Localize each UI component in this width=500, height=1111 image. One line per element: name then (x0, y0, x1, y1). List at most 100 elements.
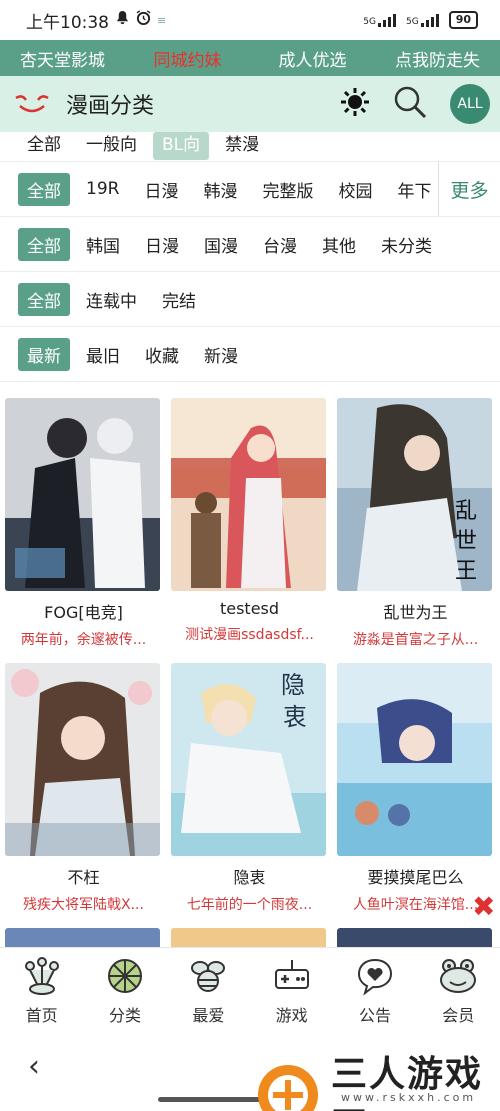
comic-card[interactable]: 不枉 残疾大将军陆戟X... (5, 663, 162, 914)
filter-chip[interactable]: 国漫 (195, 228, 247, 261)
filter-panel: 全部 一般向 BL向 禁漫 全部 19R 日漫 韩漫 完整版 校园 年下 更多 … (0, 132, 500, 382)
filter-chip-selected[interactable]: 全部 (18, 172, 70, 206)
filter-chip[interactable]: 连载中 (77, 283, 146, 316)
tab-notice[interactable]: 公告 (333, 948, 416, 1033)
watermark-badge-icon (255, 1062, 321, 1111)
comic-description: 残疾大将军陆戟X... (23, 897, 144, 913)
comic-description: 七年前的一个雨夜... (186, 897, 313, 913)
filter-chip[interactable]: 韩国 (77, 228, 129, 261)
tab-label: 游戏 (275, 1006, 308, 1025)
signal-2: 5G (406, 13, 439, 27)
tab-label: 首页 (25, 1006, 58, 1025)
header-actions: ALL (340, 84, 490, 124)
signal-bars-icon (420, 13, 439, 27)
watermark-logo: 三人游戏网 www.rskxxh.com (255, 1045, 500, 1111)
page-title: 漫画分类 (66, 94, 155, 119)
more-tags-button[interactable]: 更多 (438, 162, 500, 216)
comic-title[interactable]: 隐衷 (171, 864, 328, 888)
comic-title[interactable]: 要摸摸尾巴么 (337, 864, 494, 888)
comic-card[interactable]: 要摸摸尾巴么 人鱼叶溟在海洋馆... (337, 663, 494, 914)
filter-row-status: 全部 连载中 完结 (0, 272, 500, 327)
back-chevron-icon[interactable]: ‹ (28, 1049, 40, 1084)
tab-games[interactable]: 游戏 (250, 948, 333, 1033)
filter-chip[interactable]: 台漫 (254, 228, 306, 261)
tab-label: 会员 (442, 1006, 475, 1025)
comic-cover-image[interactable] (171, 398, 326, 591)
tab-favorite[interactable]: 最爱 (167, 948, 250, 1033)
filter-chip[interactable]: 收藏 (136, 338, 188, 371)
filter-chip-selected[interactable]: 最新 (18, 337, 70, 371)
filter-chip[interactable]: 全部 (18, 132, 70, 160)
tab-member[interactable]: 会员 (417, 948, 500, 1033)
filter-chip[interactable]: 最旧 (77, 338, 129, 371)
tab-category[interactable]: 分类 (83, 948, 166, 1033)
filter-chip[interactable]: 日漫 (135, 173, 187, 206)
filter-row-tags: 全部 19R 日漫 韩漫 完整版 校园 年下 更多 (0, 162, 500, 217)
filter-chip[interactable]: 一般向 (77, 132, 146, 160)
all-button[interactable]: ALL (450, 84, 490, 124)
filter-chip[interactable]: 完整版 (253, 173, 322, 206)
comic-card[interactable]: FOG[电竞] 两年前，余邃被传... (5, 398, 162, 649)
filter-row-region: 全部 韩国 日漫 国漫 台漫 其他 未分类 (0, 217, 500, 272)
comic-card[interactable]: 乱 世 王 乱世为王 游淼是首富之子从... (337, 398, 494, 649)
filter-chip[interactable]: 禁漫 (216, 132, 268, 160)
filter-chip[interactable]: 19R (77, 175, 128, 203)
battery-indicator: 90 (448, 11, 478, 29)
category-icon (105, 956, 145, 996)
app-logo-icon[interactable] (10, 94, 54, 114)
top-nav-item-active[interactable]: 同城约妹 (125, 46, 250, 71)
svg-text:隐: 隐 (281, 671, 305, 699)
alarm-icon (136, 10, 151, 30)
app-notify-icon: ≡ (157, 13, 167, 27)
filter-chip-selected[interactable]: 全部 (18, 282, 70, 316)
comic-cover-image[interactable] (5, 663, 160, 856)
filter-chip-selected[interactable]: 全部 (18, 227, 70, 261)
top-nav-item[interactable]: 成人优选 (250, 46, 375, 71)
bottom-tab-bar: 首页 分类 最爱 游戏 公告 会员 (0, 947, 500, 1033)
search-icon[interactable] (392, 84, 428, 124)
comic-title[interactable]: testesd (171, 599, 328, 618)
filter-chip[interactable]: 其他 (313, 228, 365, 261)
watermark-url: www.rskxxh.com (341, 1091, 477, 1104)
comic-cover-image[interactable]: 乱 世 王 (337, 398, 492, 591)
comic-cover-image[interactable]: 隐 衷 (171, 663, 326, 856)
status-time-group: 上午10:38 ≡ (26, 8, 166, 33)
comic-description: 两年前，余邃被传... (20, 632, 147, 648)
comic-title[interactable]: 乱世为王 (337, 599, 494, 623)
filter-chip[interactable]: 日漫 (136, 228, 188, 261)
tab-label: 公告 (358, 1006, 391, 1025)
filter-chip[interactable]: 未分类 (372, 228, 441, 261)
filter-chip[interactable]: 新漫 (195, 338, 247, 371)
tab-label: 最爱 (192, 1006, 225, 1025)
comic-grid: FOG[电竞] 两年前，余邃被传... testesd 测试漫画ssdasdsf… (5, 398, 495, 962)
status-time: 上午10:38 (26, 12, 109, 33)
comic-cover-image[interactable] (5, 398, 160, 591)
top-nav-item[interactable]: 杏天堂影城 (0, 46, 125, 71)
svg-text:王: 王 (455, 559, 477, 584)
bell-icon (115, 10, 130, 30)
comic-title[interactable]: FOG[电竞] (5, 599, 162, 623)
top-promo-nav: 杏天堂影城 同城约妹 成人优选 点我防走失 (0, 40, 500, 76)
filter-chip[interactable]: 韩漫 (194, 173, 246, 206)
comic-card[interactable]: testesd 测试漫画ssdasdsf... (171, 398, 328, 649)
page-header: 漫画分类 ALL (0, 76, 500, 132)
filter-chip[interactable]: 完结 (153, 283, 205, 316)
comic-cover-image[interactable] (337, 663, 492, 856)
system-nav-bar: ‹ 三人游戏网 www.rskxxh.com (0, 1033, 500, 1111)
close-ad-icon[interactable]: ✖ (472, 890, 495, 923)
gamepad-icon (272, 956, 312, 996)
tab-home[interactable]: 首页 (0, 948, 83, 1033)
filter-chip[interactable]: 年下 (388, 173, 440, 206)
signal-bars-icon (377, 13, 396, 27)
filter-chip[interactable]: 校园 (329, 173, 381, 206)
svg-text:乱: 乱 (455, 499, 477, 524)
filter-chip-selected[interactable]: BL向 (153, 132, 210, 160)
chat-heart-icon (355, 956, 395, 996)
sun-icon[interactable] (340, 87, 370, 121)
filter-row-audience: 全部 一般向 BL向 禁漫 (0, 132, 500, 162)
status-icons: 5G 5G 90 (363, 11, 478, 29)
comic-title[interactable]: 不枉 (5, 864, 162, 888)
comic-description: 人鱼叶溟在海洋馆... (352, 897, 479, 913)
top-nav-item[interactable]: 点我防走失 (375, 46, 500, 71)
comic-card[interactable]: 隐 衷 隐衷 七年前的一个雨夜... (171, 663, 328, 914)
